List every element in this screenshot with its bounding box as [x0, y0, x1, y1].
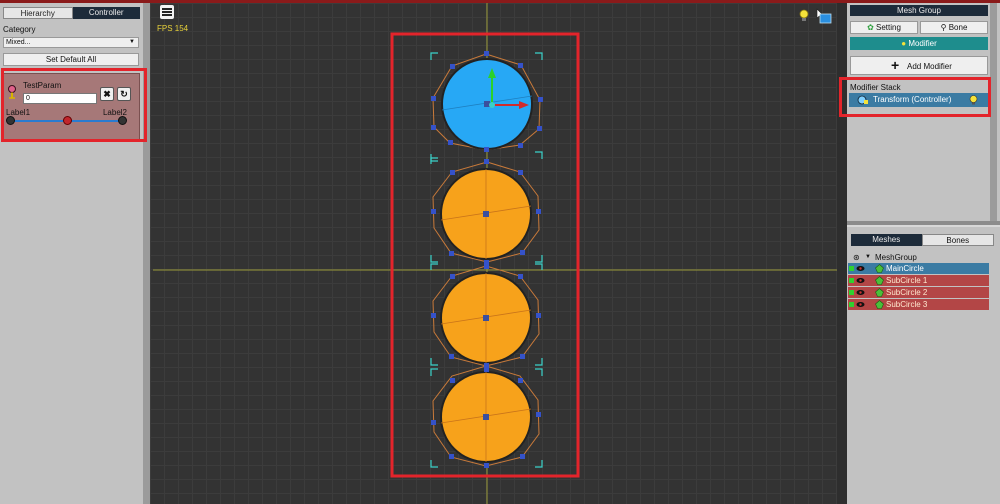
tree-root-label: MeshGroup	[875, 253, 917, 262]
mesh-group-header: Mesh Group	[850, 5, 988, 16]
tab-meshes[interactable]: Meshes	[851, 234, 922, 246]
visibility-square-icon[interactable]	[849, 266, 854, 271]
viewport-toolbar-icons	[799, 8, 832, 24]
fps-counter: FPS 154	[157, 24, 189, 33]
visibility-square-icon[interactable]	[849, 290, 854, 295]
add-modifier-button[interactable]: + Add Modifier	[850, 56, 988, 75]
viewport-toolbar	[798, 8, 832, 24]
expand-arrow-icon[interactable]: ▼	[865, 252, 871, 263]
bone-button-label: Bone	[948, 23, 968, 32]
bone-button[interactable]: ⚲ Bone	[920, 21, 988, 34]
modifier-stack-highlight-box	[839, 77, 991, 117]
mesh-row-label: SubCircle 2	[886, 288, 928, 297]
mesh-bone-tabs: Meshes Bones	[851, 234, 994, 246]
eye-icon[interactable]	[856, 288, 865, 297]
visibility-square-icon[interactable]	[849, 302, 854, 307]
mesh-icon	[875, 288, 884, 297]
tree-root-meshgroup[interactable]: ⊛ ▼ MeshGroup	[853, 252, 993, 263]
eye-icon[interactable]	[856, 276, 865, 285]
lightbulb-small-icon: ●	[901, 39, 907, 48]
mesh-row-maincircle[interactable]: MainCircle	[848, 263, 989, 274]
mesh-icon	[875, 264, 884, 273]
image-icon[interactable]	[819, 13, 832, 24]
mesh-row-subcircle-2[interactable]: SubCircle 2	[848, 287, 989, 298]
meshgroup-icon: ⊛	[853, 253, 860, 262]
visibility-square-icon[interactable]	[849, 278, 854, 283]
bone-icon: ⚲	[940, 23, 947, 32]
sub-circle-2[interactable]	[432, 265, 540, 367]
param-highlight-box	[1, 68, 147, 142]
right-panel-scrollbar[interactable]	[990, 3, 997, 221]
sub-circle-3[interactable]	[432, 365, 540, 467]
main-circle[interactable]	[432, 53, 541, 151]
lightbulb-icon[interactable]	[799, 9, 809, 21]
eye-icon[interactable]	[856, 300, 865, 309]
mesh-row-label: SubCircle 3	[886, 300, 928, 309]
mesh-row-subcircle-1[interactable]: SubCircle 1	[848, 275, 989, 286]
mesh-icon	[875, 300, 884, 309]
menu-icon[interactable]	[160, 5, 174, 19]
tab-bones[interactable]: Bones	[921, 234, 994, 246]
mesh-row-subcircle-3[interactable]: SubCircle 3	[848, 299, 989, 310]
setting-button[interactable]: ✿ Setting	[850, 21, 918, 34]
add-modifier-label: Add Modifier	[907, 62, 952, 71]
gear-icon: ✿	[867, 23, 874, 32]
mesh-row-label: MainCircle	[886, 264, 924, 273]
modifier-button[interactable]: ● Modifier	[850, 37, 988, 50]
mesh-icon	[875, 276, 884, 285]
panel-splitter-highlight	[847, 225, 1000, 227]
sub-circle-1[interactable]	[432, 161, 540, 263]
eye-icon[interactable]	[856, 264, 865, 273]
setting-button-label: Setting	[876, 23, 901, 32]
mesh-row-label: SubCircle 1	[886, 276, 928, 285]
editor-window: Hierarchy Controller Category Mixed... ▼…	[0, 0, 1000, 504]
plus-icon: +	[891, 57, 900, 73]
modifier-button-label: Modifier	[908, 39, 937, 48]
